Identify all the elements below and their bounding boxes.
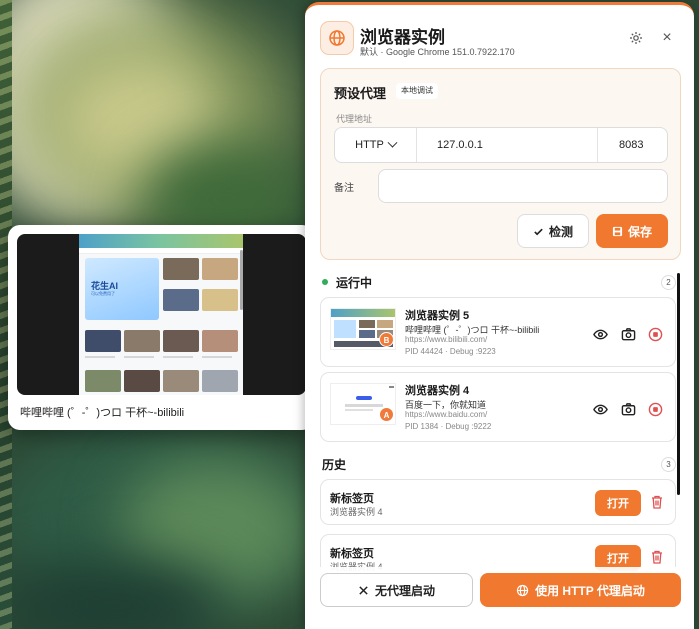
close-icon bbox=[359, 585, 368, 595]
check-label: 检测 bbox=[548, 224, 573, 239]
preset-proxy-title: 预设代理 bbox=[334, 86, 387, 101]
launch-with-proxy-label: 使用 HTTP 代理启动 bbox=[535, 583, 645, 598]
instance-name: 浏览器实例 4 bbox=[405, 385, 470, 397]
history-item-sub: 浏览器实例 4 bbox=[330, 507, 383, 517]
eye-icon[interactable] bbox=[592, 401, 608, 417]
check-button[interactable]: 检测 bbox=[517, 214, 589, 248]
proxy-address-row: HTTP 127.0.0.1 8083 bbox=[334, 127, 668, 163]
launch-no-proxy-button[interactable]: 无代理启动 bbox=[320, 573, 473, 607]
footer-bar: 无代理启动 使用 HTTP 代理启动 bbox=[305, 567, 694, 629]
protocol-select[interactable]: HTTP bbox=[335, 128, 417, 162]
preview-caption: 哔哩哔哩 (゜-゜)つロ 干杯~-bilibili bbox=[20, 407, 185, 419]
launch-no-proxy-label: 无代理启动 bbox=[374, 583, 435, 598]
history-item: 新标签页 浏览器实例 4 打开 bbox=[320, 479, 676, 525]
trash-icon[interactable] bbox=[649, 493, 665, 511]
preview-screenshot: 花生AI 可以免费用了 bbox=[17, 234, 306, 395]
tab-preview-card: 花生AI 可以免费用了 哔哩哔哩 (゜-゜)つロ 干杯~-bilibili bbox=[8, 225, 314, 430]
check-icon bbox=[534, 228, 543, 235]
proxy-port-input[interactable]: 8083 bbox=[619, 128, 643, 162]
gear-icon[interactable] bbox=[628, 30, 644, 46]
instance-badge: B bbox=[379, 332, 394, 347]
proxy-host-input[interactable]: 127.0.0.1 bbox=[437, 128, 483, 162]
history-item-title: 新标签页 bbox=[330, 548, 374, 560]
instance-url: https://www.baidu.com/ bbox=[405, 410, 488, 419]
instance-meta: PID 1384 · Debug :9222 bbox=[405, 422, 492, 431]
instance-card[interactable]: A 浏览器实例 4 百度一下，你就知道 https://www.baidu.co… bbox=[320, 372, 676, 442]
globe-icon bbox=[320, 21, 354, 55]
save-button[interactable]: 保存 bbox=[596, 214, 668, 248]
instance-name: 浏览器实例 5 bbox=[405, 310, 470, 322]
save-icon bbox=[612, 226, 623, 236]
stop-icon[interactable] bbox=[647, 326, 663, 342]
trash-icon[interactable] bbox=[649, 548, 665, 566]
note-input[interactable] bbox=[378, 169, 668, 203]
preview-banner-sub: 可以免费用了 bbox=[91, 291, 115, 296]
running-count: 2 bbox=[661, 275, 676, 290]
eye-icon[interactable] bbox=[592, 326, 608, 342]
chevron-down-icon bbox=[387, 137, 398, 148]
close-icon[interactable]: × bbox=[659, 29, 675, 46]
instance-card[interactable]: B 浏览器实例 5 哔哩哔哩 (゜-゜)つロ 干杯~-bilibili http… bbox=[320, 297, 676, 367]
globe-icon bbox=[516, 584, 529, 596]
proxy-badge: 本地调试 bbox=[396, 83, 438, 99]
panel-subtitle: 默认 · Google Chrome 151.0.7922.170 bbox=[360, 47, 515, 57]
stop-icon[interactable] bbox=[647, 401, 663, 417]
save-label: 保存 bbox=[627, 224, 652, 239]
running-section-title: 运行中 bbox=[336, 276, 373, 290]
instance-url: https://www.bilibili.com/ bbox=[405, 335, 488, 344]
proxy-address-label: 代理地址 bbox=[336, 114, 373, 124]
camera-icon[interactable] bbox=[620, 326, 636, 342]
open-button[interactable]: 打开 bbox=[595, 490, 641, 516]
preset-proxy-section: 预设代理 本地调试 代理地址 HTTP 127.0.0.1 8083 备注 检测… bbox=[320, 68, 681, 260]
note-label: 备注 bbox=[334, 183, 354, 194]
instance-badge: A bbox=[379, 407, 394, 422]
scrollbar[interactable] bbox=[677, 273, 680, 495]
protocol-value: HTTP bbox=[355, 139, 384, 151]
launch-with-proxy-button[interactable]: 使用 HTTP 代理启动 bbox=[480, 573, 681, 607]
browser-instances-panel: 浏览器实例 默认 · Google Chrome 151.0.7922.170 … bbox=[305, 2, 694, 629]
instance-meta: PID 44424 · Debug :9223 bbox=[405, 347, 496, 356]
history-count: 3 bbox=[661, 457, 676, 472]
camera-icon[interactable] bbox=[620, 401, 636, 417]
history-section-title: 历史 bbox=[322, 458, 347, 472]
history-item-title: 新标签页 bbox=[330, 493, 374, 505]
running-status-dot bbox=[322, 279, 328, 285]
